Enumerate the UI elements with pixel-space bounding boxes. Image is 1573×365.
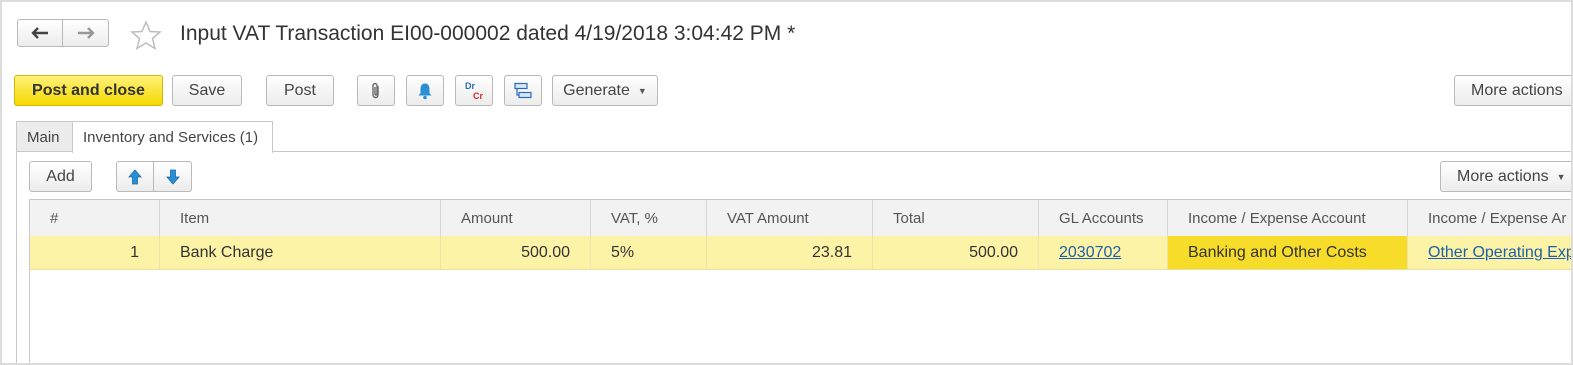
table-more-actions-label: More actions xyxy=(1457,167,1549,185)
paperclip-icon xyxy=(372,82,379,98)
chevron-down-icon: ▼ xyxy=(1556,171,1566,182)
column-header-vat-amount[interactable]: VAT Amount xyxy=(707,200,873,236)
add-row-button[interactable]: Add xyxy=(29,161,92,192)
arrow-left-icon xyxy=(31,27,48,39)
generate-dropdown[interactable]: Generate ▼ xyxy=(552,75,658,106)
column-header-income-expense-account[interactable]: Income / Expense Account xyxy=(1168,200,1408,236)
cell-amount[interactable]: 500.00 xyxy=(441,236,591,269)
table-more-actions-button[interactable]: More actions ▼ xyxy=(1440,161,1571,192)
chevron-down-icon: ▼ xyxy=(637,85,647,96)
cell-vat-percent[interactable]: 5% xyxy=(591,236,707,269)
star-icon xyxy=(130,20,162,51)
cell-gl-accounts[interactable]: 2030702 xyxy=(1039,236,1168,269)
column-header-income-expense-analytics[interactable]: Income / Expense Ar xyxy=(1408,200,1571,236)
column-header-number[interactable]: # xyxy=(30,200,160,236)
arrow-right-icon xyxy=(77,27,95,39)
tab-inventory-and-services[interactable]: Inventory and Services (1) xyxy=(72,121,273,153)
cell-number[interactable]: 1 xyxy=(30,236,160,269)
dr-label: Dr xyxy=(464,80,475,91)
inventory-table: # Item Amount VAT, % VAT Amount Total GL… xyxy=(29,199,1571,363)
column-header-total[interactable]: Total xyxy=(873,200,1039,236)
cell-income-expense-account[interactable]: Banking and Other Costs xyxy=(1168,236,1408,269)
income-expense-analytics-link[interactable]: Other Operating Exp xyxy=(1428,244,1571,262)
dr-cr-button[interactable]: Dr Cr xyxy=(455,75,493,106)
tab-main[interactable]: Main xyxy=(16,121,73,152)
save-button[interactable]: Save xyxy=(172,75,242,106)
document-window: Input VAT Transaction EI00-000002 dated … xyxy=(0,0,1573,365)
document-structure-button[interactable] xyxy=(504,75,542,106)
generate-label: Generate xyxy=(563,81,630,99)
table-row[interactable]: 1 Bank Charge 500.00 5% 23.81 500.00 203… xyxy=(30,236,1571,270)
arrow-up-icon xyxy=(128,168,142,184)
post-and-close-button[interactable]: Post and close xyxy=(14,75,163,106)
more-actions-button[interactable]: More actions xyxy=(1454,75,1571,106)
attach-button[interactable] xyxy=(357,75,395,106)
column-header-gl-accounts[interactable]: GL Accounts xyxy=(1039,200,1168,236)
gl-accounts-link[interactable]: 2030702 xyxy=(1059,244,1121,262)
move-up-button[interactable] xyxy=(116,161,154,192)
move-down-button[interactable] xyxy=(153,161,192,192)
panel-border xyxy=(16,151,17,363)
bell-icon xyxy=(418,83,432,99)
cell-income-expense-analytics[interactable]: Other Operating Exp xyxy=(1408,236,1571,269)
cell-item[interactable]: Bank Charge xyxy=(160,236,441,269)
cr-label: Cr xyxy=(472,90,483,101)
table-header: # Item Amount VAT, % VAT Amount Total GL… xyxy=(30,200,1571,237)
column-header-amount[interactable]: Amount xyxy=(441,200,591,236)
favorite-button[interactable] xyxy=(130,20,162,55)
post-button[interactable]: Post xyxy=(266,75,334,106)
reminder-button[interactable] xyxy=(406,75,444,106)
navigation-buttons xyxy=(17,19,109,49)
arrow-down-icon xyxy=(165,169,180,185)
document-structure-icon xyxy=(514,82,532,98)
cell-total[interactable]: 500.00 xyxy=(873,236,1039,269)
column-header-item[interactable]: Item xyxy=(160,200,441,236)
forward-button[interactable] xyxy=(63,19,109,47)
page-title: Input VAT Transaction EI00-000002 dated … xyxy=(180,22,796,45)
back-button[interactable] xyxy=(17,19,63,47)
cell-vat-amount[interactable]: 23.81 xyxy=(707,236,873,269)
column-header-vat-percent[interactable]: VAT, % xyxy=(591,200,707,236)
